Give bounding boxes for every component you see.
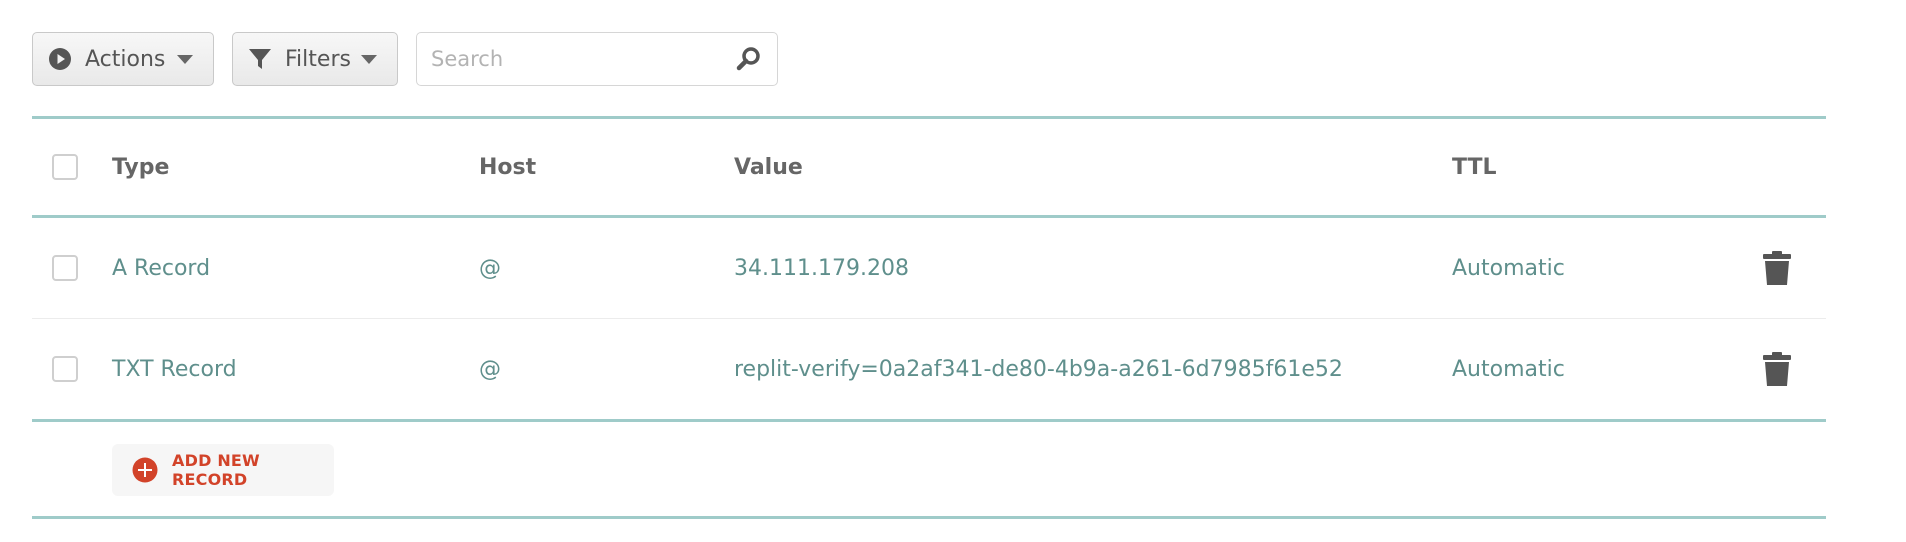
- dns-records-table: Type Host Value TTL A Record @ 34.111.17…: [32, 116, 1826, 519]
- search-box: [416, 32, 778, 86]
- actions-dropdown-button[interactable]: Actions: [32, 32, 214, 86]
- table-header-row: Type Host Value TTL: [32, 119, 1826, 215]
- column-header-ttl[interactable]: TTL: [1452, 119, 1497, 215]
- table-row: TXT Record @ replit-verify=0a2af341-de80…: [32, 319, 1826, 419]
- record-value[interactable]: 34.111.179.208: [734, 218, 909, 318]
- row-checkbox[interactable]: [52, 255, 78, 281]
- record-type[interactable]: A Record: [112, 218, 210, 318]
- actions-label: Actions: [85, 46, 166, 72]
- add-new-record-button[interactable]: ADD NEW RECORD: [112, 444, 334, 496]
- record-type[interactable]: TXT Record: [112, 319, 237, 419]
- record-value[interactable]: replit-verify=0a2af341-de80-4b9a-a261-6d…: [734, 319, 1343, 419]
- dns-records-page: Actions Filters Search Type Host Value T…: [0, 0, 1906, 542]
- search-icon[interactable]: [735, 45, 763, 73]
- table-row: A Record @ 34.111.179.208 Automatic: [32, 218, 1826, 318]
- record-host[interactable]: @: [479, 218, 501, 318]
- select-all-checkbox[interactable]: [52, 154, 78, 180]
- filters-dropdown-button[interactable]: Filters: [232, 32, 398, 86]
- add-new-record-label: ADD NEW RECORD: [172, 451, 260, 489]
- toolbar: Actions Filters: [32, 32, 778, 86]
- column-header-type[interactable]: Type: [112, 119, 169, 215]
- table-bottom-rule: [32, 516, 1826, 519]
- record-ttl[interactable]: Automatic: [1452, 319, 1565, 419]
- funnel-icon: [247, 46, 273, 72]
- trash-icon[interactable]: [1762, 250, 1792, 286]
- play-circle-icon: [47, 46, 73, 72]
- search-input[interactable]: [429, 46, 735, 72]
- chevron-down-icon: [361, 54, 377, 64]
- add-record-row: ADD NEW RECORD: [32, 422, 1826, 516]
- filters-label: Filters: [285, 46, 351, 72]
- record-ttl[interactable]: Automatic: [1452, 218, 1565, 318]
- plus-circle-icon: [132, 457, 158, 483]
- trash-icon[interactable]: [1762, 351, 1792, 387]
- record-host[interactable]: @: [479, 319, 501, 419]
- chevron-down-icon: [177, 54, 193, 64]
- row-checkbox[interactable]: [52, 356, 78, 382]
- column-header-value[interactable]: Value: [734, 119, 803, 215]
- column-header-host[interactable]: Host: [479, 119, 536, 215]
